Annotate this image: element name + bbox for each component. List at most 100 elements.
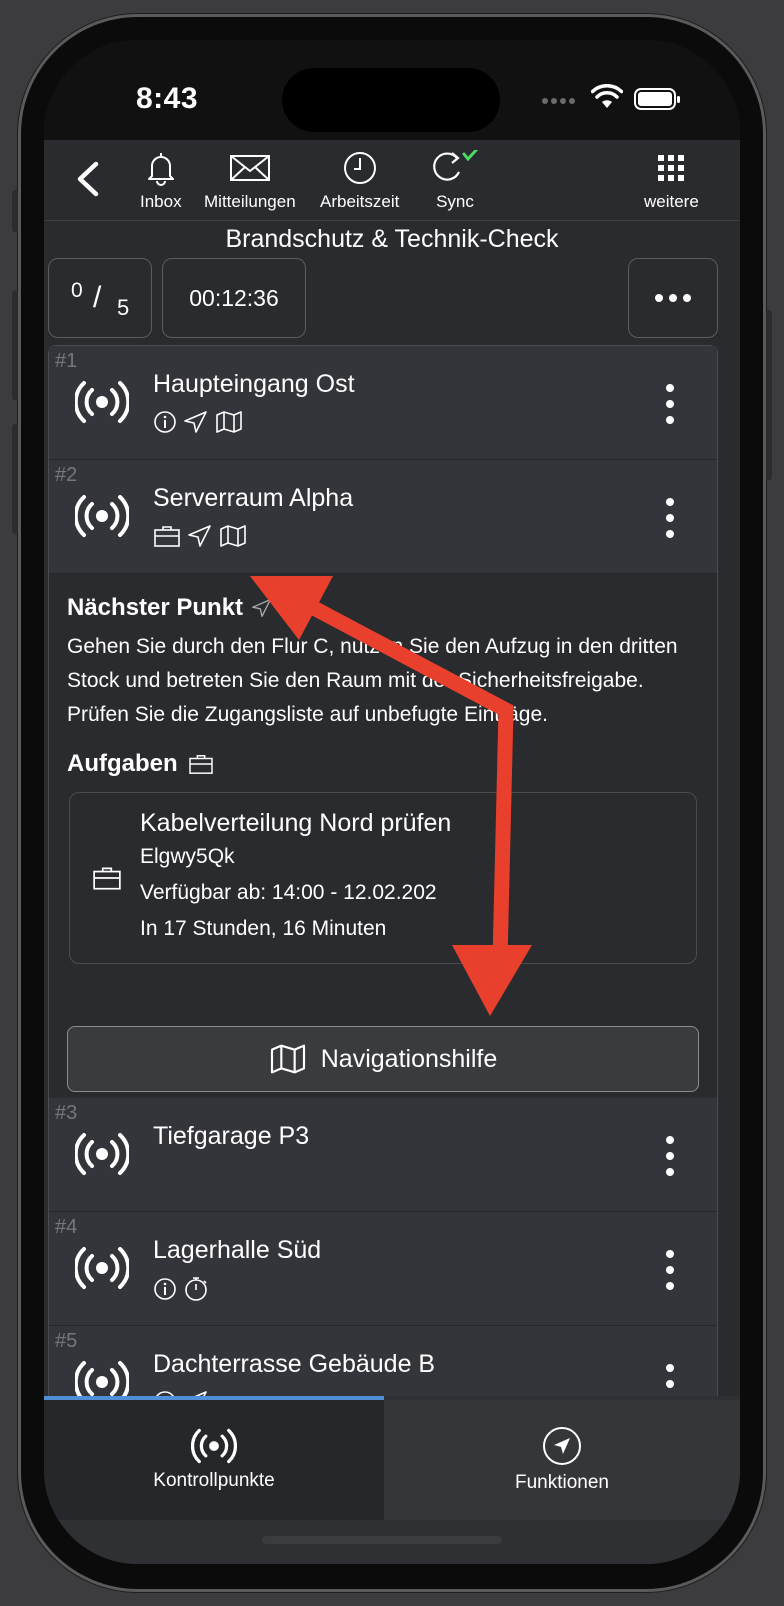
messages-button[interactable]: Mitteilungen (204, 150, 296, 212)
sync-label: Sync (436, 192, 474, 211)
task-title: Kabelverteilung Nord prüfen (140, 809, 452, 837)
volume-up-button (12, 290, 18, 400)
broadcast-icon (75, 1133, 129, 1175)
elapsed-timer: 00:12:36 (162, 258, 306, 338)
kebab-icon (666, 384, 674, 392)
row-menu-button[interactable] (663, 498, 677, 538)
navigation-icon (188, 525, 211, 547)
checkpoint-index: #4 (55, 1216, 78, 1238)
broadcast-icon (75, 381, 129, 423)
tab-active-indicator (44, 1396, 384, 1400)
checkpoint-row-2[interactable]: #2 Serverraum Alpha (49, 460, 717, 574)
checkpoint-icons (153, 1276, 209, 1302)
next-point-title: Nächster Punkt (67, 594, 244, 621)
silent-switch (12, 190, 18, 232)
row-menu-button[interactable] (663, 1136, 677, 1176)
briefcase-icon (188, 755, 213, 774)
checkpoint-list: #1 Haupteingang Ost #2 Serverraum Alpha (48, 345, 718, 1440)
back-chevron-icon[interactable] (68, 158, 110, 200)
compass-icon (543, 1427, 581, 1465)
task-relative-time: In 17 Stunden, 16 Minuten (140, 917, 387, 940)
broadcast-icon (75, 1247, 129, 1289)
cellular-signal-icon (542, 98, 575, 104)
checkpoint-row-3[interactable]: #3 Tiefgarage P3 (49, 1098, 717, 1212)
navigation-icon (252, 599, 272, 617)
checkpoint-name: Haupteingang Ost (153, 370, 355, 398)
checkpoint-row-4[interactable]: #4 Lagerhalle Süd (49, 1212, 717, 1326)
checkpoint-icons (153, 524, 247, 548)
map-icon (270, 1044, 305, 1074)
kebab-icon (666, 1364, 674, 1372)
status-bar: 8:43 (44, 40, 740, 140)
grid-icon (658, 155, 685, 181)
bell-icon (147, 153, 174, 186)
counter-done: 0 (71, 279, 83, 302)
messages-label: Mitteilungen (204, 192, 296, 211)
info-icon (154, 411, 176, 433)
screen: 8:43 Inbox Mitteilungen Arbeitszeit Sync… (44, 40, 740, 1564)
broadcast-icon (191, 1428, 237, 1464)
row-menu-button[interactable] (663, 384, 677, 424)
navigation-icon (184, 411, 207, 433)
row-menu-button[interactable] (663, 1250, 677, 1290)
kebab-icon (666, 1136, 674, 1144)
sync-icon (433, 150, 479, 181)
power-button (766, 310, 772, 480)
kebab-icon (666, 1250, 674, 1258)
dynamic-island (282, 68, 500, 132)
kebab-icon (666, 498, 674, 506)
next-point-description: Gehen Sie durch den Flur C, nutzen Sie d… (67, 635, 678, 726)
worktime-label: Arbeitszeit (320, 192, 400, 211)
info-icon (154, 1278, 176, 1300)
inbox-label: Inbox (140, 192, 182, 211)
counter-total: 5 (117, 295, 130, 320)
task-card[interactable]: Kabelverteilung Nord prüfen Elgwy5Qk Ver… (69, 792, 697, 964)
checkpoint-name: Tiefgarage P3 (153, 1122, 310, 1150)
checkpoint-name: Lagerhalle Süd (153, 1236, 322, 1264)
tab-functions[interactable]: Funktionen (384, 1400, 740, 1520)
volume-down-button (12, 424, 18, 534)
progress-counter: 0 / 5 (48, 258, 152, 338)
map-icon (216, 411, 242, 433)
checkpoint-name: Dachterrasse Gebäude B (153, 1350, 436, 1378)
tasks-heading: Aufgaben (67, 750, 699, 778)
tab-checkpoints-label: Kontrollpunkte (153, 1470, 275, 1491)
inbox-button[interactable]: Inbox (140, 150, 182, 212)
checkpoint-index: #5 (55, 1330, 78, 1352)
sync-button[interactable]: Sync (428, 150, 482, 212)
tab-checkpoints[interactable]: Kontrollpunkte (44, 1400, 384, 1520)
ellipsis-icon (655, 294, 663, 302)
next-point-heading: Nächster Punkt (67, 594, 699, 622)
broadcast-icon (75, 495, 129, 537)
navigation-help-button[interactable]: Navigationshilfe (67, 1026, 699, 1092)
status-time: 8:43 (136, 82, 199, 115)
checkpoint-index: #3 (55, 1102, 78, 1124)
briefcase-icon (93, 867, 121, 890)
home-indicator (262, 1536, 502, 1544)
task-code: Elgwy5Qk (140, 845, 235, 868)
envelope-icon (229, 155, 270, 181)
more-label: weitere (644, 192, 699, 211)
checkpoint-index: #1 (55, 350, 78, 372)
battery-icon (634, 88, 680, 110)
tab-functions-label: Funktionen (514, 1472, 609, 1493)
options-button[interactable] (628, 258, 718, 338)
checkpoint-name: Serverraum Alpha (153, 484, 354, 512)
map-icon (220, 525, 246, 547)
checkpoint-index: #2 (55, 464, 78, 486)
tasks-title: Aufgaben (67, 750, 178, 777)
wifi-icon (591, 84, 623, 108)
stopwatch-icon (185, 1277, 207, 1301)
counter-slash: / (93, 281, 102, 314)
page-title: Brandschutz & Technik-Check (44, 220, 740, 256)
checkpoint-row-1[interactable]: #1 Haupteingang Ost (49, 346, 717, 460)
toolbar: Inbox Mitteilungen Arbeitszeit Sync weit… (44, 140, 740, 220)
worktime-button[interactable]: Arbeitszeit (320, 150, 399, 212)
checkpoint-detail: Nächster Punkt Gehen Sie durch den Flur … (49, 574, 717, 1098)
clock-icon (343, 152, 376, 184)
more-menu-button[interactable]: weitere (644, 150, 699, 212)
briefcase-icon (154, 526, 180, 547)
navigation-help-label: Navigationshilfe (320, 1044, 498, 1073)
task-available: Verfügbar ab: 14:00 - 12.02.202 (140, 881, 437, 904)
checkpoint-icons (153, 410, 243, 434)
